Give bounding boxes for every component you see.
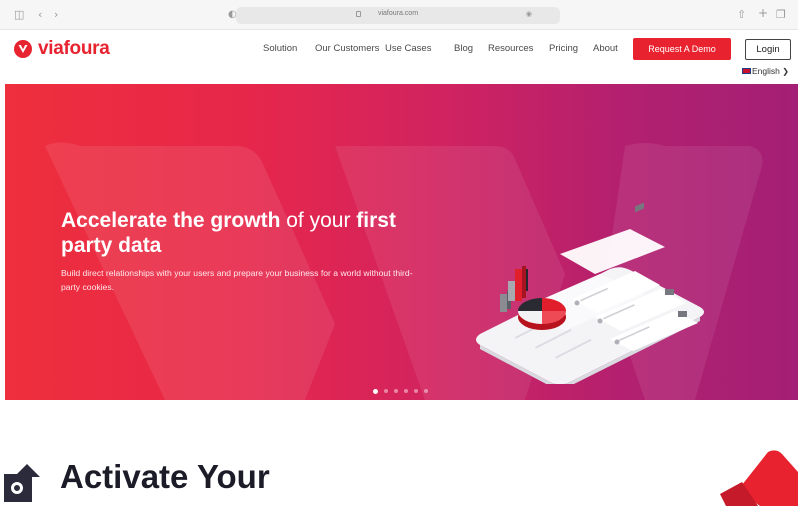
carousel-dot-6[interactable]: [424, 389, 428, 393]
hero-title-strong: Accelerate the growth: [61, 209, 281, 232]
carousel-dot-3[interactable]: [394, 389, 398, 393]
nav-about[interactable]: About: [593, 43, 618, 54]
nav-solution[interactable]: Solution: [263, 43, 297, 54]
share-icon[interactable]: ⇧: [737, 9, 746, 20]
carousel-dot-5[interactable]: [414, 389, 418, 393]
request-demo-button[interactable]: Request A Demo: [633, 38, 731, 60]
device-mockup: [476, 202, 704, 389]
extension-icon[interactable]: ◉: [526, 10, 532, 18]
logo-mark: [14, 40, 32, 58]
hero-title: Accelerate the growth of your first part…: [61, 208, 441, 258]
login-button[interactable]: Login: [745, 39, 791, 60]
hero-illustration: [460, 199, 705, 389]
tabs-icon[interactable]: ❐: [776, 9, 786, 20]
hero-banner: Accelerate the growth of your first part…: [5, 84, 798, 400]
gear-icon: [11, 482, 23, 494]
sidebar-icon[interactable]: ◫: [14, 9, 24, 20]
nav-our-customers[interactable]: Our Customers: [315, 43, 379, 54]
hero-title-mid: of your: [280, 209, 357, 232]
uk-flag-icon: [742, 68, 751, 74]
nav-pricing[interactable]: Pricing: [549, 43, 578, 54]
back-icon[interactable]: ‹: [38, 9, 42, 20]
nav-blog[interactable]: Blog: [454, 43, 473, 54]
language-label: English: [752, 66, 780, 76]
nav-use-cases[interactable]: Use Cases: [385, 43, 431, 54]
forward-icon[interactable]: ›: [54, 9, 58, 20]
section-title: Activate Your: [60, 458, 270, 495]
nav-resources[interactable]: Resources: [488, 43, 533, 54]
browser-toolbar: ◫ ‹ › ◐ viafoura.com ◉ ⇧ + ❐: [0, 0, 798, 30]
logo-v-icon: [18, 45, 28, 53]
address-bar[interactable]: viafoura.com ◉: [236, 7, 560, 24]
chevron-down-icon: ❯: [782, 67, 789, 76]
carousel-dot-4[interactable]: [404, 389, 408, 393]
hero-subtitle: Build direct relationships with your use…: [61, 268, 413, 292]
decorative-red-shape: [720, 450, 798, 506]
new-tab-icon[interactable]: +: [758, 7, 768, 19]
url-text: viafoura.com: [377, 10, 419, 17]
logo-text: viafoura: [38, 38, 110, 59]
carousel-dot-1[interactable]: [373, 388, 378, 394]
language-selector[interactable]: English ❯: [742, 66, 789, 76]
carousel-dot-2[interactable]: [384, 389, 388, 393]
